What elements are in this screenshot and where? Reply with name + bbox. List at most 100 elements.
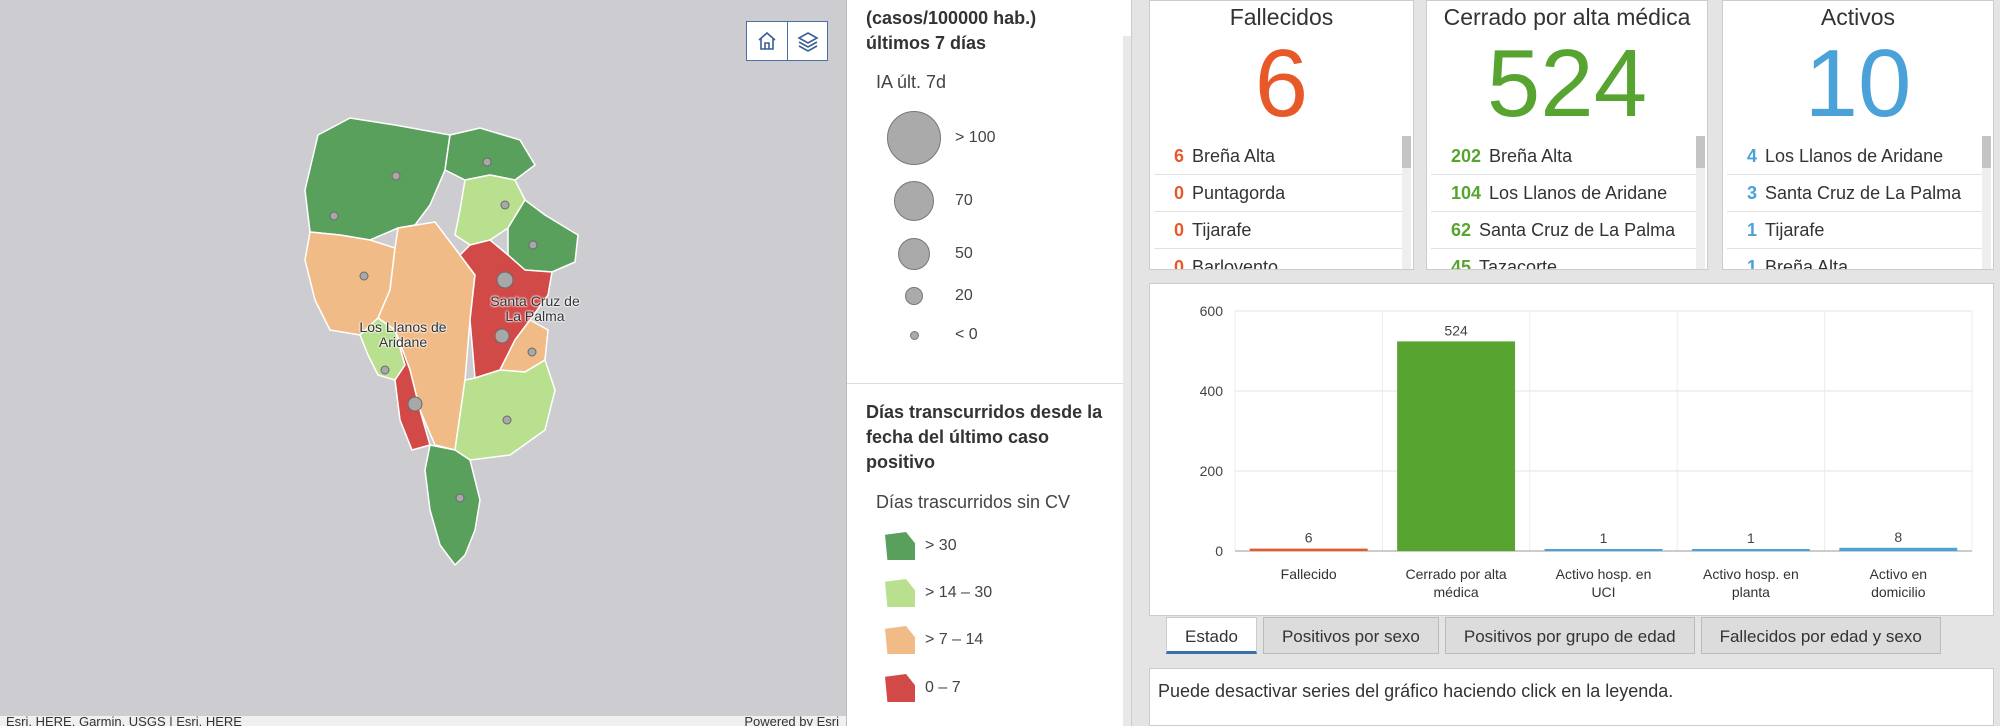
card-scrollbar[interactable] xyxy=(1982,136,1991,269)
list-item[interactable]: 6 Breña Alta xyxy=(1154,138,1403,175)
card-title: Activos xyxy=(1820,4,1896,30)
point-los-llanos xyxy=(407,396,423,412)
list-item-name: Breña Alta xyxy=(1765,257,1849,270)
map-view[interactable]: Los Llanos de Aridane Santa Cruz de La P… xyxy=(0,0,847,726)
attribution-sources: Esri, HERE, Garmin, USGS | Esri, HERE xyxy=(6,716,242,726)
chart-tabs: Estado Positivos por sexo Positivos por … xyxy=(1166,617,1941,654)
card-list[interactable]: 6 Breña Alta 0 Puntagorda 0 Tijarafe 0 Barlo… xyxy=(1154,138,1403,270)
x-tick-label: Activo hosp. en xyxy=(1703,566,1799,582)
list-item-count: 45 xyxy=(1451,257,1472,270)
legend-circle-label: 20 xyxy=(955,287,973,304)
list-item[interactable]: 45 Tazacorte xyxy=(1431,249,1697,270)
circle-symbol-20 xyxy=(905,287,923,305)
list-item[interactable]: 0 Puntagorda xyxy=(1154,175,1403,212)
bar-data-label: 8 xyxy=(1894,529,1902,545)
tab-estado[interactable]: Estado xyxy=(1166,617,1257,654)
legend-circle-label: > 100 xyxy=(955,129,996,146)
list-item[interactable]: 202 Breña Alta xyxy=(1431,138,1697,175)
circle-symbol-50 xyxy=(898,238,930,270)
legend-circle-label: 70 xyxy=(955,192,973,209)
list-item-count: 202 xyxy=(1451,146,1482,166)
card-cerrado-alta: Cerrado por alta médica 524 202 Breña Alt… xyxy=(1426,0,1708,270)
list-item-count: 104 xyxy=(1451,183,1482,203)
list-item[interactable]: 62 Santa Cruz de La Palma xyxy=(1431,212,1697,249)
legend-circle-item: 20 xyxy=(885,287,973,305)
y-tick-label: 0 xyxy=(1215,543,1223,559)
card-scrollbar[interactable] xyxy=(1696,136,1705,269)
chart-bar[interactable] xyxy=(1839,547,1958,551)
legend-swatch-item: > 30 xyxy=(885,532,957,560)
bar-data-label: 524 xyxy=(1444,322,1468,338)
x-tick-label: Cerrado por alta xyxy=(1406,566,1507,582)
card-title: Fallecidos xyxy=(1229,4,1334,30)
municipality-fuencaliente xyxy=(424,444,481,566)
tab-fallecidos-edad-sexo[interactable]: Fallecidos por edad y sexo xyxy=(1700,617,1941,654)
list-item-name: Santa Cruz de La Palma xyxy=(1765,183,1962,203)
scrollbar-thumb[interactable] xyxy=(1982,136,1991,168)
legend-circle-item: < 0 xyxy=(885,326,978,344)
x-tick-label: Activo hosp. en xyxy=(1556,566,1652,582)
list-item[interactable]: 0 Tijarafe xyxy=(1154,212,1403,249)
list-item[interactable]: 104 Los Llanos de Aridane xyxy=(1431,175,1697,212)
powered-by[interactable]: Powered by Esri xyxy=(744,716,839,726)
card-fallecidos: Fallecidos 6 6 Breña Alta 0 Puntagorda 0 Ti… xyxy=(1149,0,1414,270)
home-button[interactable] xyxy=(747,22,787,60)
point-fuencaliente xyxy=(455,493,465,503)
municipality-puntallana xyxy=(507,199,579,273)
legend-swatch-label: > 14 – 30 xyxy=(925,584,993,601)
scrollbar-thumb[interactable] xyxy=(1402,136,1411,168)
chart-hint-text: Puede desactivar series del gráfico haci… xyxy=(1149,668,1994,726)
legend-title-line: Días transcurridos desde la xyxy=(866,402,1103,422)
legend-swatch-item: 0 – 7 xyxy=(885,674,961,702)
y-tick-label: 400 xyxy=(1200,383,1224,399)
list-item-count: 62 xyxy=(1451,220,1472,240)
list-item[interactable]: 0 Barlovento xyxy=(1154,249,1403,270)
card-list[interactable]: 4 Los Llanos de Aridane 3 Santa Cruz de La… xyxy=(1727,138,1983,270)
chart-bar[interactable] xyxy=(1691,549,1810,551)
legend-title-line: positivo xyxy=(866,452,936,472)
legend-title-days: Días transcurridos desde la fecha del úl… xyxy=(866,400,1102,475)
map-attribution: Esri, HERE, Garmin, USGS | Esri, HERE Po… xyxy=(0,716,846,726)
list-item-count: 1 xyxy=(1747,257,1758,270)
legend-circle-item: > 100 xyxy=(885,111,995,165)
municipality-mazo xyxy=(454,359,556,461)
card-value: 6 xyxy=(1254,30,1309,137)
bar-data-label: 1 xyxy=(1600,530,1608,546)
tab-positivos-edad[interactable]: Positivos por grupo de edad xyxy=(1444,617,1695,654)
scrollbar-thumb[interactable] xyxy=(1696,136,1705,168)
chart-bar[interactable] xyxy=(1397,341,1516,551)
swatch-gt30 xyxy=(885,532,915,560)
list-item[interactable]: 4 Los Llanos de Aridane xyxy=(1727,138,1983,175)
legend-swatch-label: 0 – 7 xyxy=(925,679,961,696)
tab-positivos-sexo[interactable]: Positivos por sexo xyxy=(1262,617,1439,654)
map-label-santa-cruz: Santa Cruz de La Palma xyxy=(490,293,580,324)
card-scrollbar[interactable] xyxy=(1402,136,1411,269)
legend-circle-item: 70 xyxy=(885,181,973,221)
list-item[interactable]: 1 Breña Alta xyxy=(1727,249,1983,270)
list-item[interactable]: 3 Santa Cruz de La Palma xyxy=(1727,175,1983,212)
legend-divider xyxy=(847,383,1124,384)
legend-title-incidence: (casos/100000 hab.) últimos 7 días xyxy=(866,6,1036,56)
list-item-count: 6 xyxy=(1174,146,1185,166)
legend-circle-label: < 0 xyxy=(955,326,978,343)
list-item[interactable]: 1 Tijarafe xyxy=(1727,212,1983,249)
list-item-count: 0 xyxy=(1174,220,1185,240)
card-title: Cerrado por alta médica xyxy=(1443,4,1691,30)
list-item-count: 3 xyxy=(1747,183,1758,203)
list-item-name: Santa Cruz de La Palma xyxy=(1479,220,1676,240)
legend-subtitle-ia: IA últ. 7d xyxy=(876,72,947,92)
municipality-garafia xyxy=(304,117,451,241)
layers-button[interactable] xyxy=(787,22,827,60)
island-map xyxy=(304,117,579,566)
chart-bar[interactable] xyxy=(1249,548,1368,551)
chart-bar[interactable] xyxy=(1544,549,1663,551)
point-santa-cruz xyxy=(496,271,514,289)
estado-bar-chart: 0 200 400 600 6 Fallecido 524 Cerrado por alta m… xyxy=(1200,303,1973,600)
legend-scrollbar[interactable] xyxy=(1123,36,1131,726)
card-list[interactable]: 202 Breña Alta 104 Los Llanos de Aridane 6… xyxy=(1431,138,1697,270)
map-label-los-llanos: Los Llanos de Aridane xyxy=(359,319,447,350)
circle-symbol-70 xyxy=(894,181,934,221)
list-item-count: 0 xyxy=(1174,257,1185,270)
layers-icon xyxy=(796,32,819,52)
legend-title-line: fecha del último caso xyxy=(866,427,1050,447)
